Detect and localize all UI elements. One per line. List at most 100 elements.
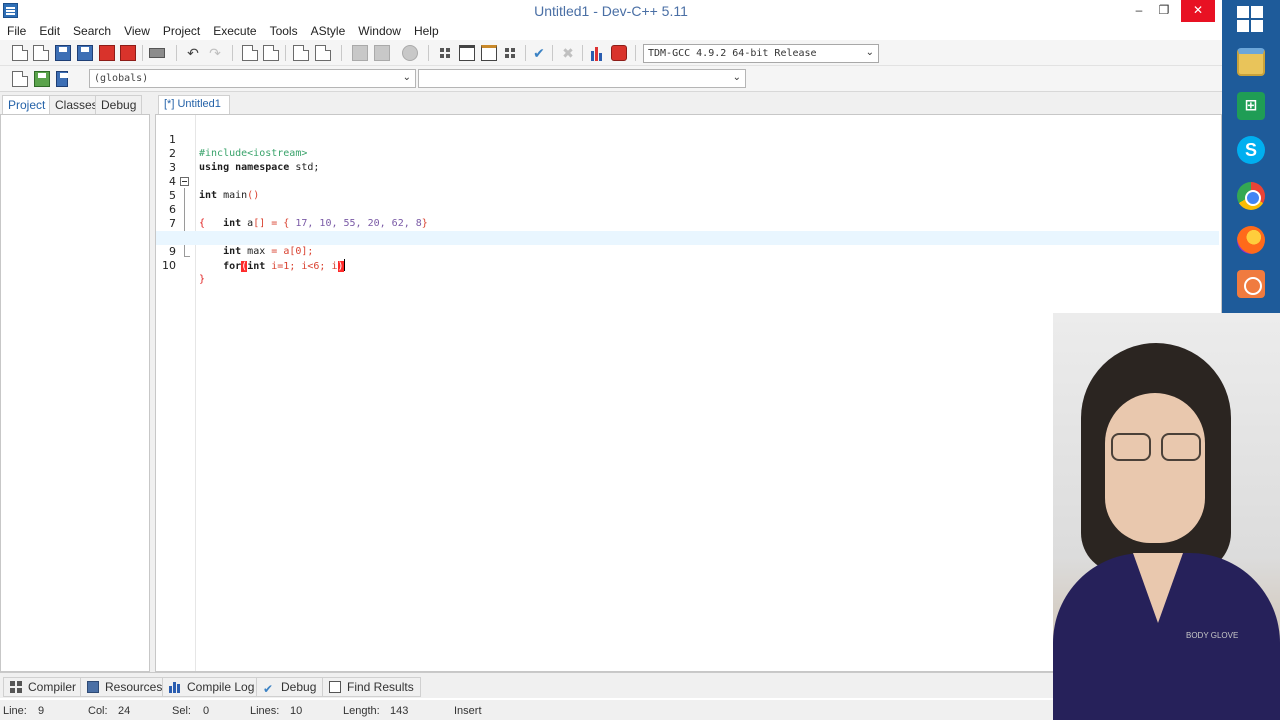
- save-icon[interactable]: [55, 45, 71, 61]
- layout-icon[interactable]: [502, 45, 518, 61]
- close-file-icon[interactable]: [99, 45, 115, 61]
- close-all-icon[interactable]: [120, 45, 136, 61]
- code-line: 1 #include<iostream>: [156, 119, 1219, 159]
- goto-definition-icon[interactable]: [56, 71, 68, 87]
- status-length-value: 143: [390, 705, 409, 717]
- tab-compiler[interactable]: Compiler: [3, 677, 84, 697]
- resources-icon: [87, 681, 99, 693]
- menu-astyle[interactable]: AStyle: [304, 22, 352, 38]
- save-all-icon[interactable]: [77, 45, 93, 61]
- toolbar-separator: [428, 45, 429, 61]
- chrome-icon[interactable]: [1237, 182, 1265, 210]
- file-explorer-icon[interactable]: [1237, 48, 1265, 76]
- code-line: 5 {: [156, 175, 1219, 229]
- replace-icon[interactable]: [263, 45, 279, 61]
- keyword: int: [247, 261, 266, 272]
- windows-start-icon[interactable]: [1237, 6, 1265, 34]
- tab-project[interactable]: Project: [2, 95, 52, 114]
- toggle-comment-icon[interactable]: [402, 45, 418, 61]
- fold-guide-end: [184, 256, 190, 257]
- menu-project[interactable]: Project: [156, 22, 206, 38]
- compiler-select-value: TDM-GCC 4.9.2 64-bit Release: [648, 48, 817, 59]
- toolbar-separator: [552, 45, 553, 61]
- new-file-icon[interactable]: [12, 45, 28, 61]
- code-line: 7: [156, 203, 1219, 230]
- title-bar: Untitled1 - Dev-C++ 5.11 – ❐ ✕: [0, 0, 1222, 22]
- menu-file[interactable]: File: [0, 22, 32, 38]
- menu-search[interactable]: Search: [66, 22, 117, 38]
- code-line: 4 int main(): [156, 161, 1219, 201]
- tab-resources[interactable]: Resources: [80, 677, 170, 697]
- code-line: 2 using namespace std;: [156, 133, 1219, 173]
- toolbar-separator: [582, 45, 583, 61]
- keyword: for: [223, 261, 242, 272]
- status-sel-label: Sel:: [172, 705, 191, 717]
- compiler-select[interactable]: TDM-GCC 4.9.2 64-bit Release ⌄: [643, 44, 879, 63]
- status-length-label: Length:: [343, 705, 380, 717]
- status-insert-mode: Insert: [454, 705, 482, 717]
- syntax-check-icon[interactable]: ✔: [531, 45, 547, 61]
- restore-button[interactable]: ❐: [1150, 0, 1178, 22]
- status-line-value: 9: [38, 705, 45, 717]
- toolbar-separator: [176, 45, 177, 61]
- profile-chart-icon[interactable]: [589, 45, 605, 61]
- class-browser-icon[interactable]: [481, 45, 497, 61]
- function-select[interactable]: ⌄: [418, 69, 746, 88]
- status-line-label: Line:: [3, 705, 27, 717]
- window-title: Untitled1 - Dev-C++ 5.11: [534, 3, 688, 19]
- status-lines-value: 10: [290, 705, 303, 717]
- status-col-value: 24: [118, 705, 131, 717]
- redo-icon[interactable]: ↷: [207, 45, 223, 61]
- firefox-icon[interactable]: [1237, 226, 1265, 254]
- new-window-icon[interactable]: [459, 45, 475, 61]
- menu-execute[interactable]: Execute: [206, 22, 262, 38]
- tab-debug[interactable]: Debug: [95, 95, 143, 114]
- toolbar-separator: [285, 45, 286, 61]
- unindent-icon[interactable]: [374, 45, 390, 61]
- menu-help[interactable]: Help: [407, 22, 445, 38]
- toolbar-separator: [142, 45, 143, 61]
- project-browser[interactable]: [0, 114, 150, 672]
- tab-find-results[interactable]: Find Results: [322, 677, 421, 697]
- skype-icon[interactable]: S: [1237, 136, 1265, 164]
- stop-execution-icon[interactable]: ✖: [560, 45, 576, 61]
- bookmark-icon[interactable]: [315, 45, 331, 61]
- delete-profile-icon[interactable]: [611, 45, 627, 61]
- menu-tools[interactable]: Tools: [263, 22, 304, 38]
- scope-select[interactable]: (globals) ⌄: [89, 69, 416, 88]
- tab-debug-output[interactable]: ✔ Debug: [256, 677, 324, 697]
- find-icon[interactable]: [242, 45, 258, 61]
- print-icon[interactable]: [149, 48, 165, 58]
- compiler-icon: [10, 681, 22, 693]
- open-file-icon[interactable]: [33, 45, 49, 61]
- goto-declaration-icon[interactable]: [34, 71, 50, 87]
- code-text: i=1; i<6; i: [265, 261, 338, 272]
- code-line: 6 int a[] = { 17, 10, 55, 20, 62, 8}: [156, 189, 1219, 229]
- tab-compile-log[interactable]: Compile Log: [162, 677, 262, 697]
- goto-line-icon[interactable]: [293, 45, 309, 61]
- google-sheets-icon[interactable]: ⊞: [1237, 92, 1265, 120]
- minimize-button[interactable]: –: [1125, 0, 1153, 22]
- new-project-icon[interactable]: [437, 45, 453, 61]
- webcam-overlay: BODY GLOVE: [1053, 313, 1280, 720]
- text-caret: [343, 259, 345, 271]
- menu-window[interactable]: Window: [351, 22, 407, 38]
- toolbar-separator: [525, 45, 526, 61]
- menu-view[interactable]: View: [117, 22, 156, 38]
- tab-untitled1[interactable]: [*] Untitled1: [158, 95, 230, 114]
- fold-collapse-icon[interactable]: [180, 177, 189, 186]
- code-line: 3: [156, 147, 1219, 174]
- undo-icon[interactable]: ↶: [185, 45, 201, 61]
- main-toolbar: ↶ ↷ ✔ ✖ TDM-GCC 4.9.2 64-bit Release ⌄: [0, 40, 1222, 66]
- taskbar: ⊞ S: [1222, 0, 1280, 313]
- code-line: 10 }: [156, 245, 1219, 285]
- menu-bar: File Edit Search View Project Execute Tools ASt…: [0, 22, 1222, 40]
- insert-code-icon[interactable]: [12, 71, 28, 87]
- status-col-label: Col:: [88, 705, 108, 717]
- indent-icon[interactable]: [352, 45, 368, 61]
- app-icon[interactable]: [1237, 270, 1265, 298]
- presenter-face: [1105, 393, 1205, 543]
- menu-edit[interactable]: Edit: [32, 22, 66, 38]
- left-panel-tabs: Project Classes Debug: [0, 92, 150, 114]
- close-button[interactable]: ✕: [1181, 0, 1215, 22]
